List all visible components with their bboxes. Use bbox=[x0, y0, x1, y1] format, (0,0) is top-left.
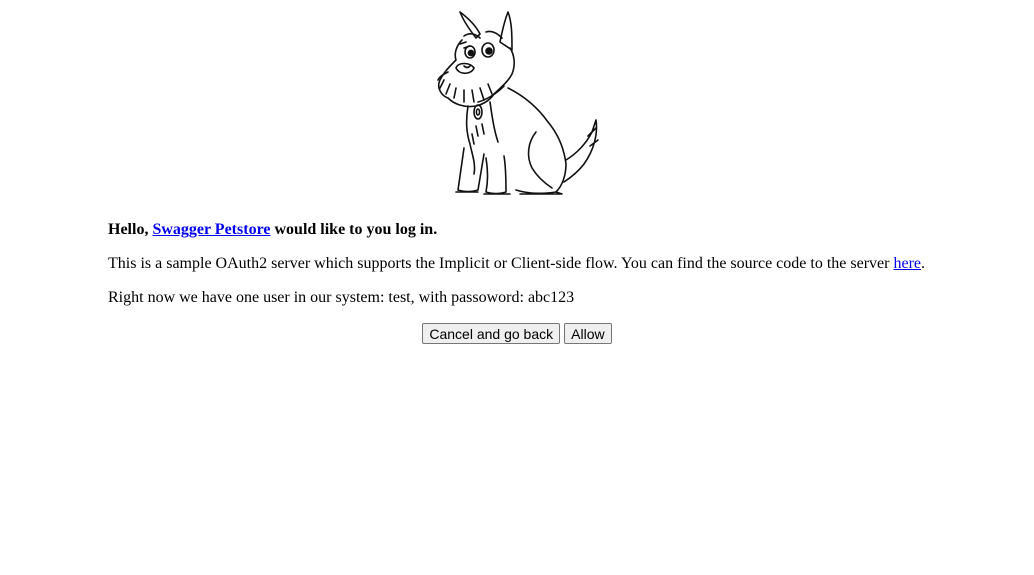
allow-button[interactable]: Allow bbox=[564, 323, 612, 344]
description-suffix: . bbox=[921, 255, 925, 272]
petstore-dog-logo bbox=[420, 8, 610, 203]
description-text: This is a sample OAuth2 server which sup… bbox=[108, 255, 894, 272]
consent-message: Hello, Swagger Petstore would like to yo… bbox=[108, 220, 938, 308]
greeting-line: Hello, Swagger Petstore would like to yo… bbox=[108, 220, 938, 240]
app-name-link[interactable]: Swagger Petstore bbox=[152, 221, 270, 238]
greeting-hello: Hello, bbox=[108, 221, 153, 238]
greeting-suffix: would like to you log in. bbox=[270, 221, 438, 238]
cancel-button[interactable]: Cancel and go back bbox=[422, 323, 561, 344]
user-info-line: Right now we have one user in our system… bbox=[108, 289, 575, 306]
source-code-link[interactable]: here bbox=[893, 255, 921, 272]
description-line: This is a sample OAuth2 server which sup… bbox=[108, 254, 938, 274]
dog-icon bbox=[437, 11, 599, 195]
consent-actions: Cancel and go back Allow bbox=[0, 323, 1034, 344]
